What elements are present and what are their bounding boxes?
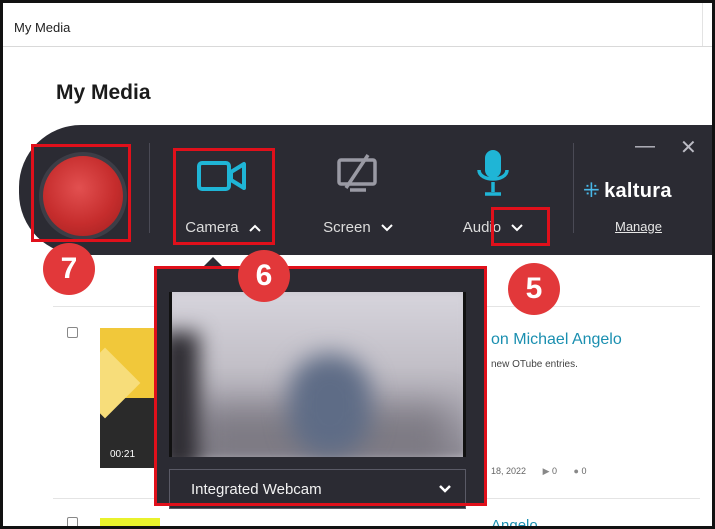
screen-label: Screen	[298, 219, 418, 236]
top-divider	[702, 3, 712, 46]
entry-title[interactable]: Angelo	[491, 517, 538, 526]
entry-description: new OTube entries.	[491, 359, 578, 370]
duration-label: 00:21	[110, 449, 136, 460]
entry-date: 18, 2022	[491, 466, 527, 476]
chevron-down-icon[interactable]	[381, 224, 393, 232]
entry-title[interactable]: on Michael Angelo	[491, 331, 622, 349]
entry-checkbox[interactable]	[67, 517, 78, 526]
top-bar: My Media	[3, 3, 712, 47]
kaltura-logo-icon: ⁜	[583, 180, 601, 202]
comment-icon: ●	[573, 466, 579, 476]
step-badge-6: 6	[238, 250, 290, 302]
entry-meta: 18, 2022 ▶ 0 ● 0	[491, 466, 587, 477]
annotation-box-camera-panel	[154, 266, 487, 506]
step-badge-7: 7	[43, 243, 95, 295]
brand-name: kaltura	[604, 180, 672, 202]
play-icon: ▶	[542, 466, 550, 476]
kaltura-logo: ⁜ kaltura	[583, 178, 672, 203]
window: My Media My Media 00:21 on Michael Angel…	[0, 0, 715, 529]
plays-count: 0	[552, 466, 558, 476]
annotation-box-camera	[173, 148, 275, 245]
comments-count: 0	[581, 466, 587, 476]
screen-off-icon	[337, 154, 377, 192]
screen-toggle[interactable]: Screen	[298, 136, 418, 246]
minimize-button[interactable]: —	[635, 135, 655, 158]
microphone-icon	[477, 150, 509, 196]
breadcrumb[interactable]: My Media	[14, 20, 70, 35]
entry-thumbnail[interactable]	[100, 518, 160, 526]
toolbar-divider	[573, 143, 574, 233]
annotation-box-record	[31, 144, 131, 242]
manage-link[interactable]: Manage	[615, 219, 662, 234]
entry-checkbox[interactable]	[67, 327, 78, 338]
annotation-box-audio	[491, 207, 550, 246]
close-button[interactable]: ✕	[680, 135, 697, 160]
step-badge-5: 5	[508, 263, 560, 315]
page-title: My Media	[56, 81, 151, 104]
screen-label-text: Screen	[323, 219, 371, 236]
entry-thumbnail[interactable]: 00:21	[100, 328, 160, 468]
toolbar-divider	[149, 143, 150, 233]
